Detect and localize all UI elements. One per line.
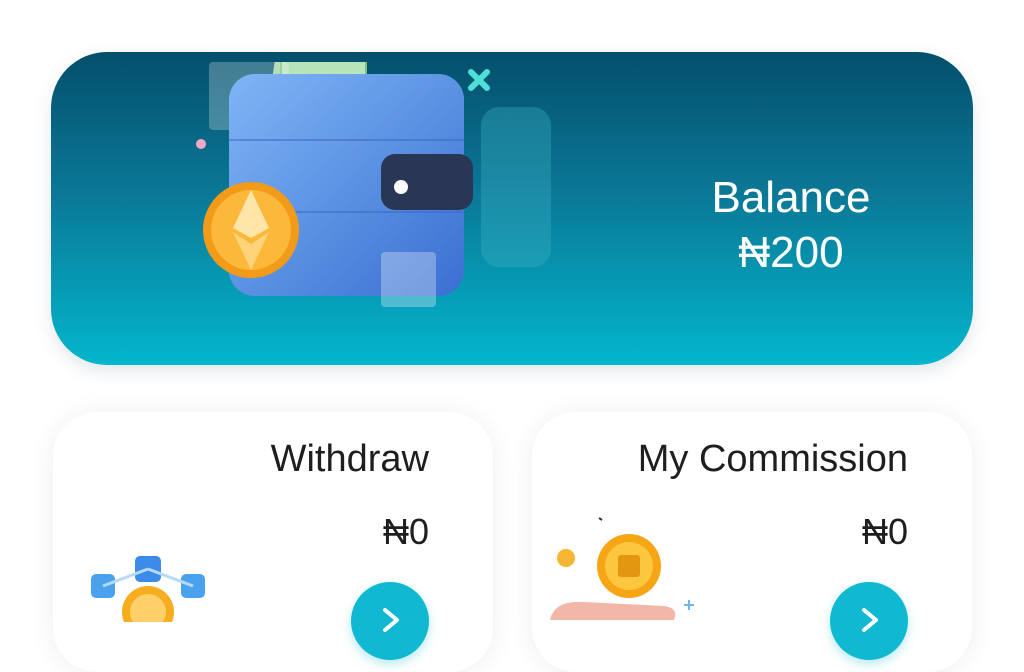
commission-title: My Commission — [637, 438, 908, 480]
balance-card[interactable]: Balance ₦200 — [51, 52, 973, 365]
withdraw-amount: ₦0 — [382, 511, 429, 552]
commission-go-button[interactable] — [830, 582, 908, 660]
withdraw-title: Withdraw — [270, 438, 429, 480]
arrow-right-icon — [383, 608, 399, 632]
withdraw-go-button[interactable] — [351, 582, 429, 660]
balance-label: Balance — [711, 173, 871, 222]
hand-coin-icon — [550, 517, 694, 620]
blockchain-coin-icon — [91, 556, 205, 622]
arrow-right-icon — [862, 608, 878, 632]
withdraw-card[interactable]: Withdraw ₦0 — [53, 412, 493, 672]
commission-amount: ₦0 — [861, 511, 908, 552]
wallet-icon — [196, 62, 551, 307]
balance-amount: ₦200 — [738, 228, 844, 277]
commission-card[interactable]: My Commission ₦0 — [532, 412, 972, 672]
